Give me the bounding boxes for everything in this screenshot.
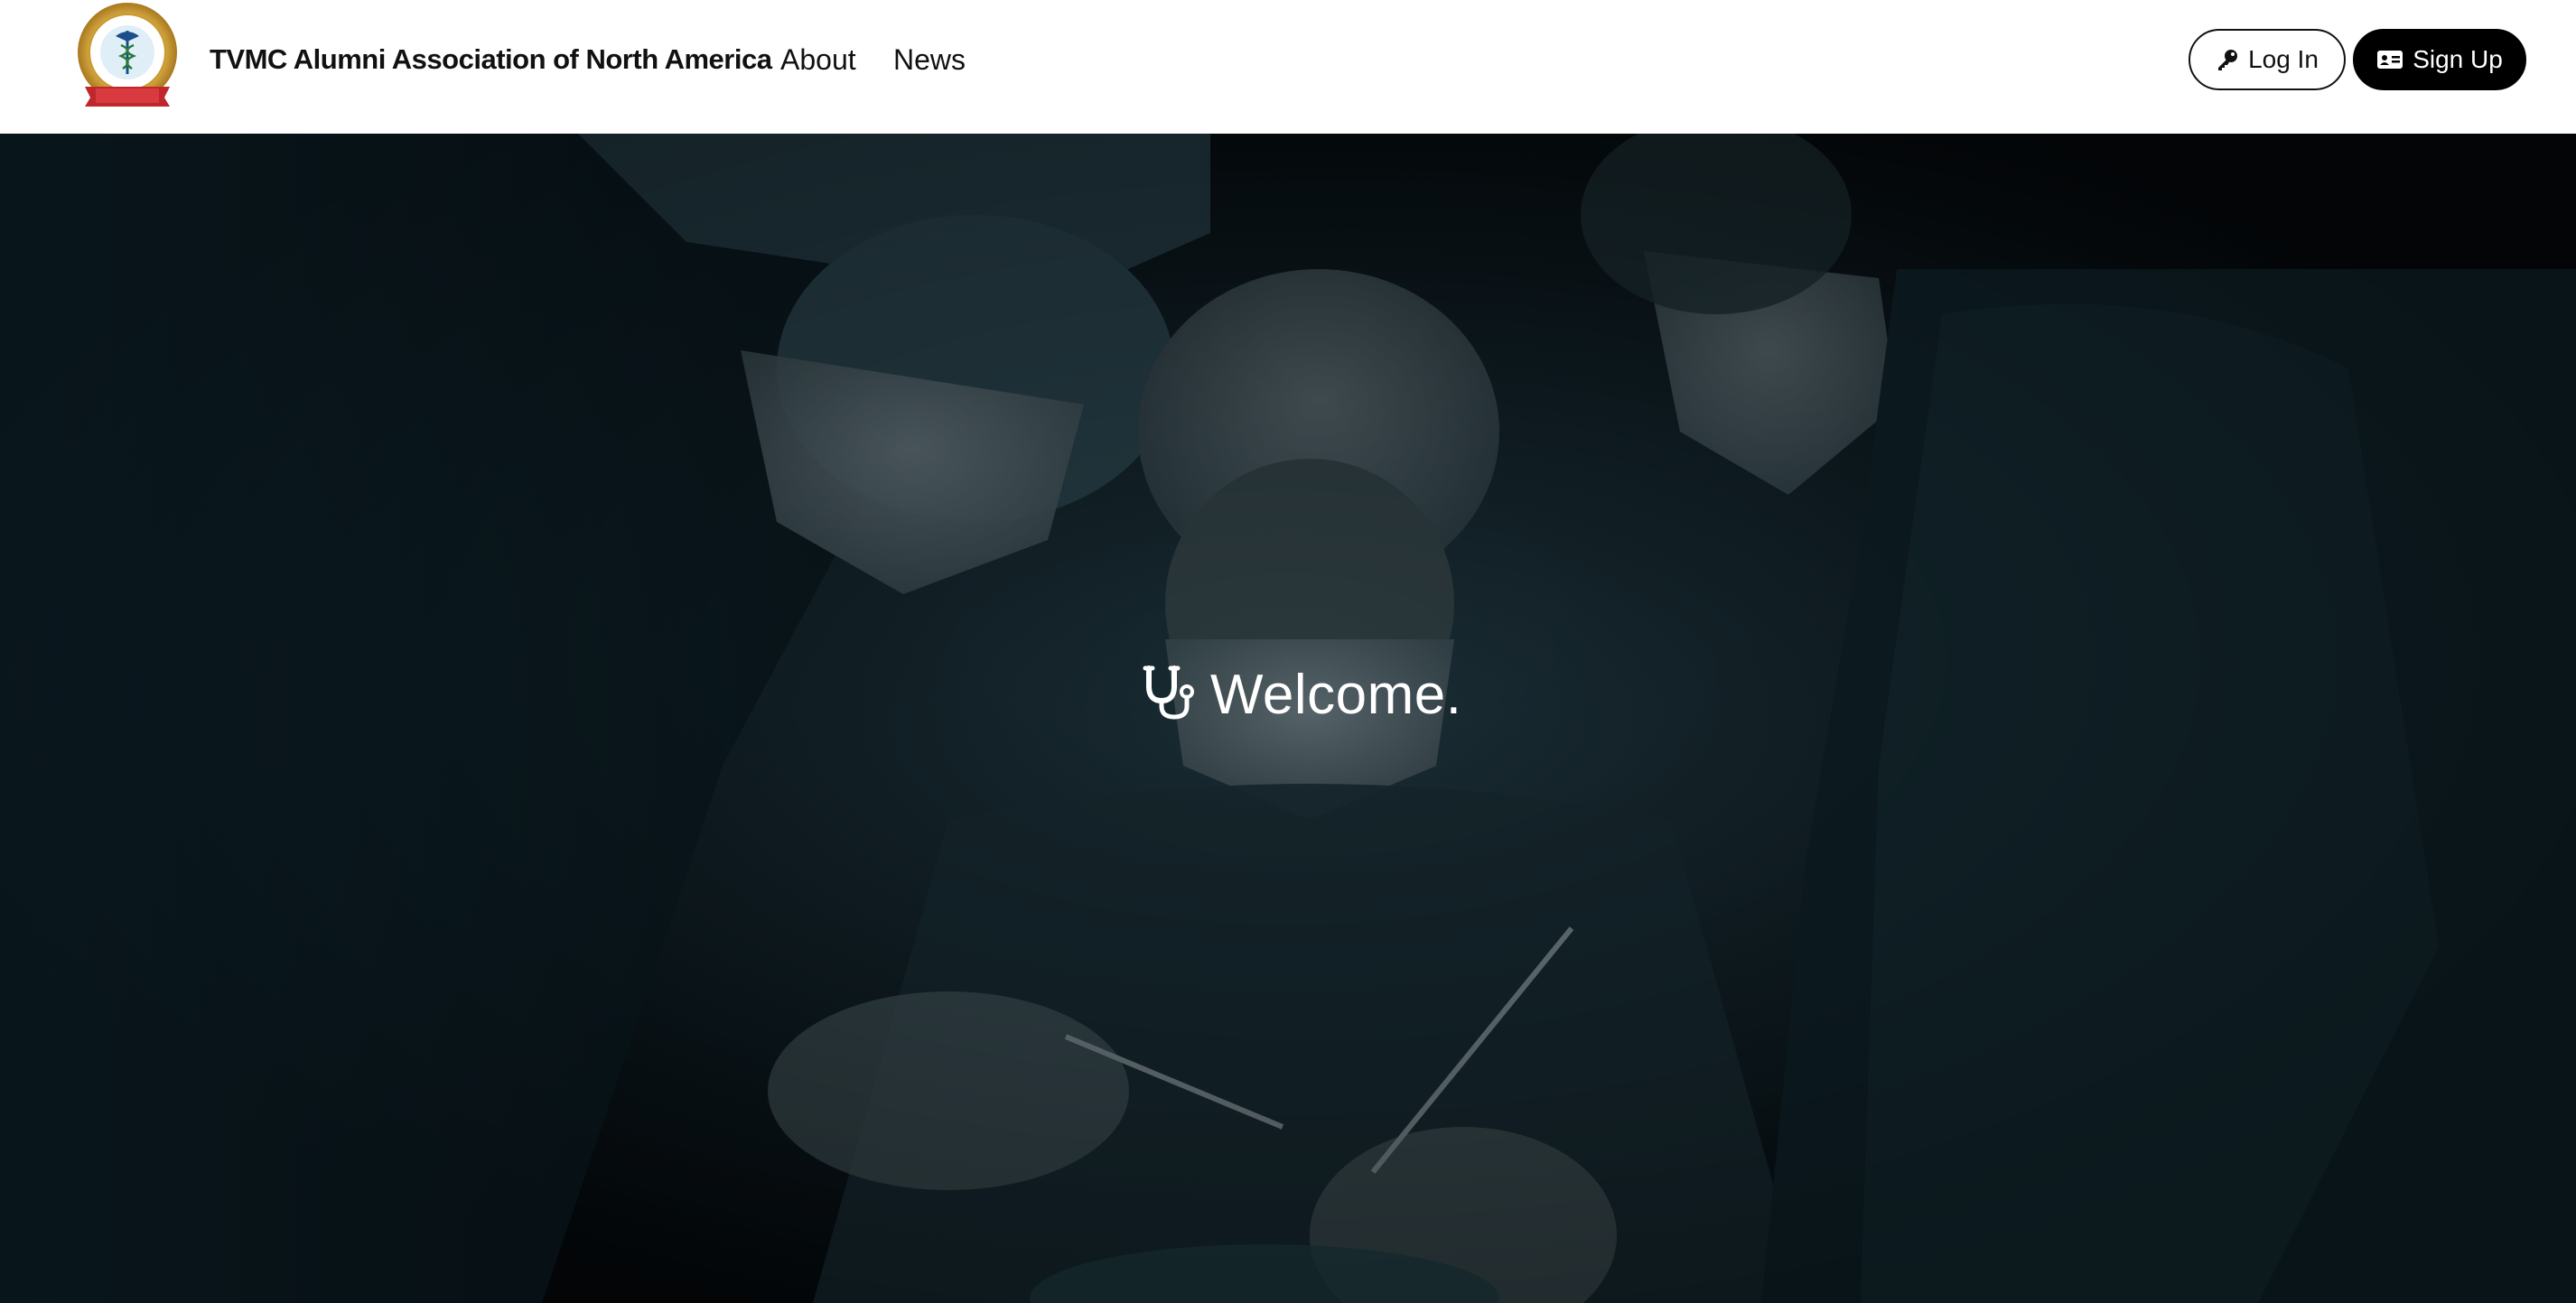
id-card-icon (2376, 49, 2403, 70)
welcome-heading: Welcome. (1140, 659, 1462, 731)
alumni-seal-logo-icon (78, 3, 177, 107)
signup-button[interactable]: Sign Up (2353, 29, 2526, 90)
brand-name[interactable]: TVMC Alumni Association of North America (210, 40, 772, 79)
login-button[interactable]: Log In (2189, 29, 2346, 90)
welcome-text: Welcome. (1210, 664, 1462, 726)
navbar: TVMC Alumni Association of North America… (0, 0, 2576, 134)
stethoscope-icon (1140, 665, 1198, 727)
nav-link-about[interactable]: About (780, 40, 856, 79)
nav-link-news[interactable]: News (893, 40, 966, 79)
hero-section: Welcome. (0, 134, 2576, 1303)
signup-label: Sign Up (2413, 45, 2503, 73)
alumni-logo[interactable] (72, 0, 182, 110)
key-icon (2216, 48, 2239, 71)
login-label: Log In (2248, 45, 2319, 73)
